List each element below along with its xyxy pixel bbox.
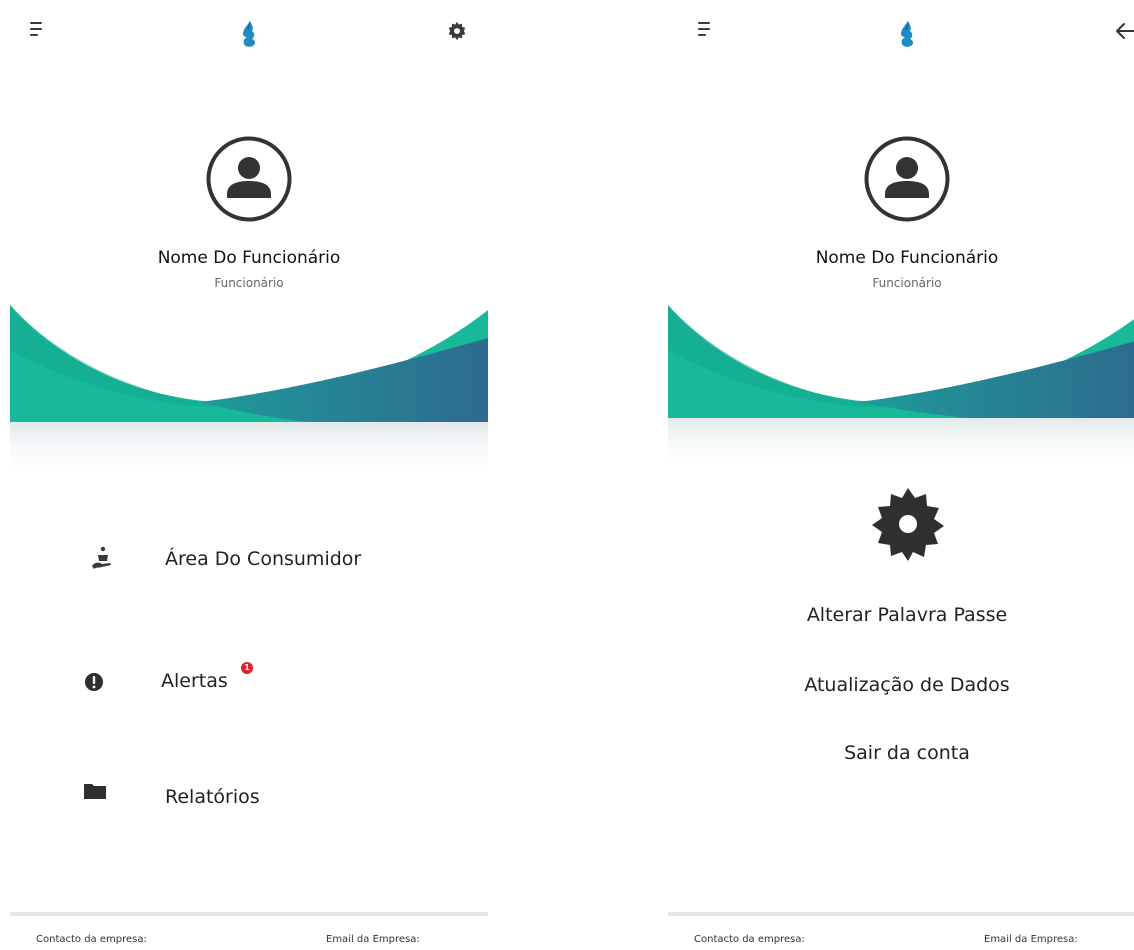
change-password-option[interactable]: Alterar Palavra Passe [668,604,1134,626]
employee-role: Funcionário [872,276,942,290]
arrow-left-icon[interactable] [1114,20,1134,42]
footer-divider [668,912,1134,916]
menu-label-consumer-area: Área Do Consumidor [165,548,362,570]
menu-item-consumer-area[interactable]: Área Do Consumidor [10,540,488,580]
consumer-care-icon [92,546,111,569]
alert-circle-icon [85,673,103,691]
gear-icon[interactable] [446,20,468,42]
gear-icon [872,488,944,561]
update-data-option[interactable]: Atualização de Dados [668,674,1134,696]
alerts-badge: 1 [241,662,253,674]
menu-item-alerts[interactable]: Alertas 1 [10,660,488,700]
hamburger-icon[interactable] [30,20,48,40]
footer-contact-label: Contacto da empresa: [36,934,147,945]
footer-email-label: Email da Empresa: [984,934,1078,945]
employee-name: Nome Do Funcionário [815,248,999,268]
water-drop-logo [243,21,256,47]
logout-option[interactable]: Sair da conta [668,742,1134,764]
footer-contact-label: Contacto da empresa: [694,934,805,945]
menu-label-reports: Relatórios [165,786,260,808]
employee-role: Funcionário [214,276,284,290]
menu-item-reports[interactable]: Relatórios [10,776,488,816]
avatar [864,136,950,222]
header-wave-decoration [668,305,1134,470]
user-circle-icon [864,136,950,222]
avatar [206,136,292,222]
user-circle-icon [206,136,292,222]
header-wave-decoration [10,305,488,480]
folder-icon [84,784,106,799]
settings-screen: Nome Do Funcionário Funcionário Alterar … [668,0,1134,950]
top-bar [10,0,488,64]
main-menu-screen: Nome Do Funcionário Funcionário Área Do … [10,0,488,950]
footer-email-label: Email da Empresa: [326,934,420,945]
hamburger-icon[interactable] [698,20,716,40]
menu-label-alerts: Alertas [161,670,228,692]
top-bar [668,0,1134,64]
footer-divider [10,912,488,916]
employee-name: Nome Do Funcionário [157,248,341,268]
water-drop-logo [901,21,914,47]
